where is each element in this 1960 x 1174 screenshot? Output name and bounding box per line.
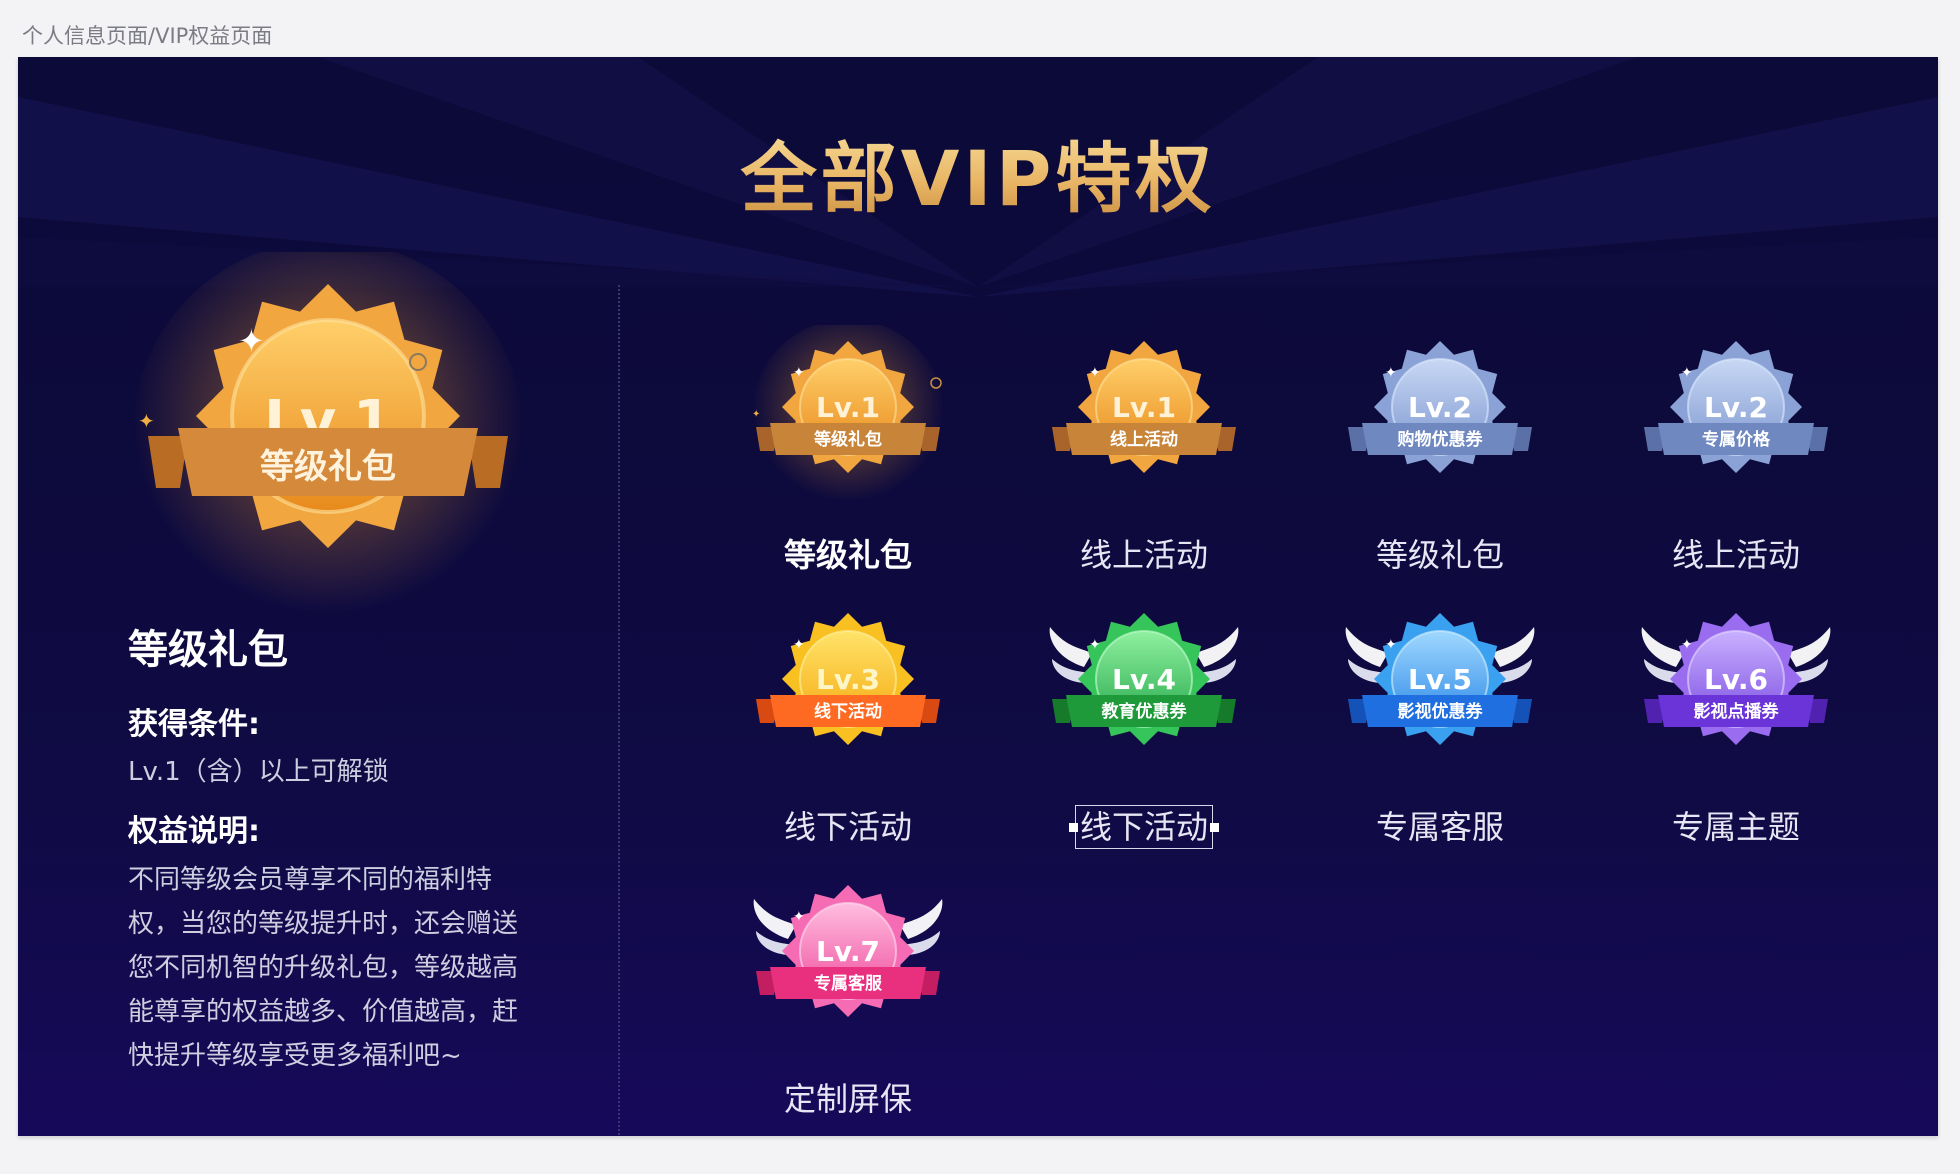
privilege-item[interactable]: ✦ Lv.7 专属客服定制屏保	[728, 869, 968, 1129]
privilege-badge-purple: ✦ Lv.6 影视点播券	[1641, 613, 1831, 745]
privilege-badge-ribbon: 影视点播券	[1694, 701, 1780, 722]
svg-text:✦: ✦	[793, 365, 805, 381]
privilege-label-text: 等级礼包	[1375, 536, 1504, 574]
privilege-item[interactable]: ✦ Lv.5 影视优惠券专属客服	[1320, 597, 1560, 857]
privilege-label-text: 线下活动	[1074, 805, 1214, 849]
privilege-badge-ribbon: 教育优惠券	[1101, 701, 1188, 722]
privilege-badge-level: Lv.1	[816, 391, 880, 424]
privilege-item[interactable]: ✦ Lv.3 线下活动 线下活动	[728, 597, 968, 857]
condition-heading: 获得条件:	[128, 707, 260, 742]
section-divider	[618, 285, 620, 1135]
svg-text:✦: ✦	[1681, 365, 1693, 381]
privilege-badge-level: Lv.5	[1408, 663, 1472, 696]
privilege-label-text: 专属主题	[1671, 808, 1800, 846]
privilege-badge-yellow: ✦ Lv.3 线下活动	[756, 613, 940, 745]
privilege-label-text: 定制屏保	[783, 1080, 912, 1118]
privilege-item[interactable]: ✦ Lv.4 教育优惠券线下活动	[1024, 597, 1264, 857]
privilege-label: 线下活动	[728, 802, 968, 848]
page-title: 全部VIP特权	[18, 117, 1938, 227]
description-line: 不同等级会员尊享不同的福利特	[128, 865, 493, 895]
privilege-badge-ribbon: 等级礼包	[814, 429, 882, 450]
description-heading: 权益说明:	[128, 814, 260, 849]
svg-text:✦: ✦	[793, 637, 805, 653]
privilege-badge-blue: ✦ Lv.5 影视优惠券	[1345, 613, 1535, 745]
privilege-label: 定制屏保	[728, 1074, 968, 1120]
featured-info: 等级礼包 获得条件: Lv.1（含）以上可解锁 权益说明: 不同等级会员尊享不同…	[128, 617, 568, 1078]
svg-text:✦: ✦	[138, 409, 155, 433]
privilege-badge-level: Lv.6	[1704, 663, 1768, 696]
description-line: 快提升等级享受更多福利吧~	[128, 1041, 462, 1071]
privilege-label: 等级礼包	[1320, 530, 1560, 576]
privilege-badge-level: Lv.7	[816, 935, 880, 968]
description-line: 能尊享的权益越多、价值越高，赶	[128, 997, 519, 1027]
privilege-label-text: 线上活动	[1079, 536, 1208, 574]
privilege-badge-ribbon: 专属客服	[814, 973, 883, 994]
svg-text:✦: ✦	[1385, 637, 1397, 653]
privilege-label: 专属主题	[1616, 802, 1856, 848]
privilege-badge-ribbon: 线上活动	[1110, 429, 1178, 450]
privilege-item[interactable]: ✦ Lv.2 专属价格线上活动	[1616, 325, 1856, 585]
privilege-badge-gold: ✦ ✦ Lv.1 等级礼包	[752, 325, 944, 511]
privilege-label-text: 专属客服	[1375, 808, 1504, 846]
privilege-badge-ribbon: 专属价格	[1702, 429, 1771, 450]
privilege-label-text: 线下活动	[783, 808, 912, 846]
privilege-badge-level: Lv.3	[816, 663, 880, 696]
privilege-badge-ribbon: 线下活动	[814, 701, 882, 722]
privilege-badge-ribbon: 影视优惠券	[1398, 701, 1484, 722]
breadcrumb: 个人信息页面/VIP权益页面	[22, 24, 273, 48]
svg-text:✦: ✦	[793, 909, 805, 925]
svg-text:✦: ✦	[1089, 365, 1101, 381]
privilege-label-text: 线上活动	[1671, 536, 1800, 574]
featured-badge-ribbon: 等级礼包	[260, 447, 396, 487]
privilege-badge-level: Lv.1	[1112, 391, 1176, 424]
svg-text:✦: ✦	[1681, 637, 1693, 653]
description-line: 您不同机智的升级礼包，等级越高	[128, 953, 519, 983]
privilege-label: 线下活动	[1024, 802, 1264, 849]
privilege-badge-silver: ✦ Lv.2 购物优惠券	[1348, 341, 1532, 473]
svg-text:✦: ✦	[1089, 637, 1101, 653]
vip-privileges-panel: 全部VIP特权 Lv.1 等级礼包 ✦ ✦ 等级礼包 获得条件: Lv.1（含）…	[18, 57, 1938, 1136]
privilege-badge-silver: ✦ Lv.2 专属价格	[1644, 341, 1828, 473]
privilege-item[interactable]: ✦ Lv.1 线上活动 线上活动	[1024, 325, 1264, 585]
privilege-badge-level: Lv.2	[1408, 391, 1472, 424]
featured-title: 等级礼包	[128, 627, 288, 673]
privilege-item[interactable]: ✦ Lv.2 购物优惠券等级礼包	[1320, 325, 1560, 585]
privilege-badge-level: Lv.2	[1704, 391, 1768, 424]
privilege-badge-level: Lv.4	[1112, 663, 1176, 696]
privilege-item[interactable]: ✦ ✦ Lv.1 等级礼包 等级礼包	[728, 325, 968, 585]
description-text: 不同等级会员尊享不同的福利特 权，当您的等级提升时，还会赠送 您不同机智的升级礼包，…	[128, 858, 568, 1078]
svg-text:✦: ✦	[238, 322, 265, 360]
svg-text:✦: ✦	[752, 409, 760, 420]
privilege-badge-pink: ✦ Lv.7 专属客服	[753, 885, 943, 1017]
condition-text: Lv.1（含）以上可解锁	[128, 757, 389, 787]
privilege-label: 等级礼包	[728, 530, 968, 576]
privilege-label: 线上活动	[1616, 530, 1856, 576]
featured-badge: Lv.1 等级礼包 ✦ ✦	[132, 252, 524, 632]
svg-text:✦: ✦	[1385, 365, 1397, 381]
privilege-label-text: 等级礼包	[783, 536, 912, 574]
privilege-badge-green: ✦ Lv.4 教育优惠券	[1049, 613, 1239, 745]
privilege-label: 线上活动	[1024, 530, 1264, 576]
privilege-item[interactable]: ✦ Lv.6 影视点播券专属主题	[1616, 597, 1856, 857]
privilege-badge-ribbon: 购物优惠券	[1398, 429, 1484, 450]
description-line: 权，当您的等级提升时，还会赠送	[128, 909, 519, 939]
privilege-badge-gold: ✦ Lv.1 线上活动	[1052, 341, 1236, 473]
privilege-label: 专属客服	[1320, 802, 1560, 848]
